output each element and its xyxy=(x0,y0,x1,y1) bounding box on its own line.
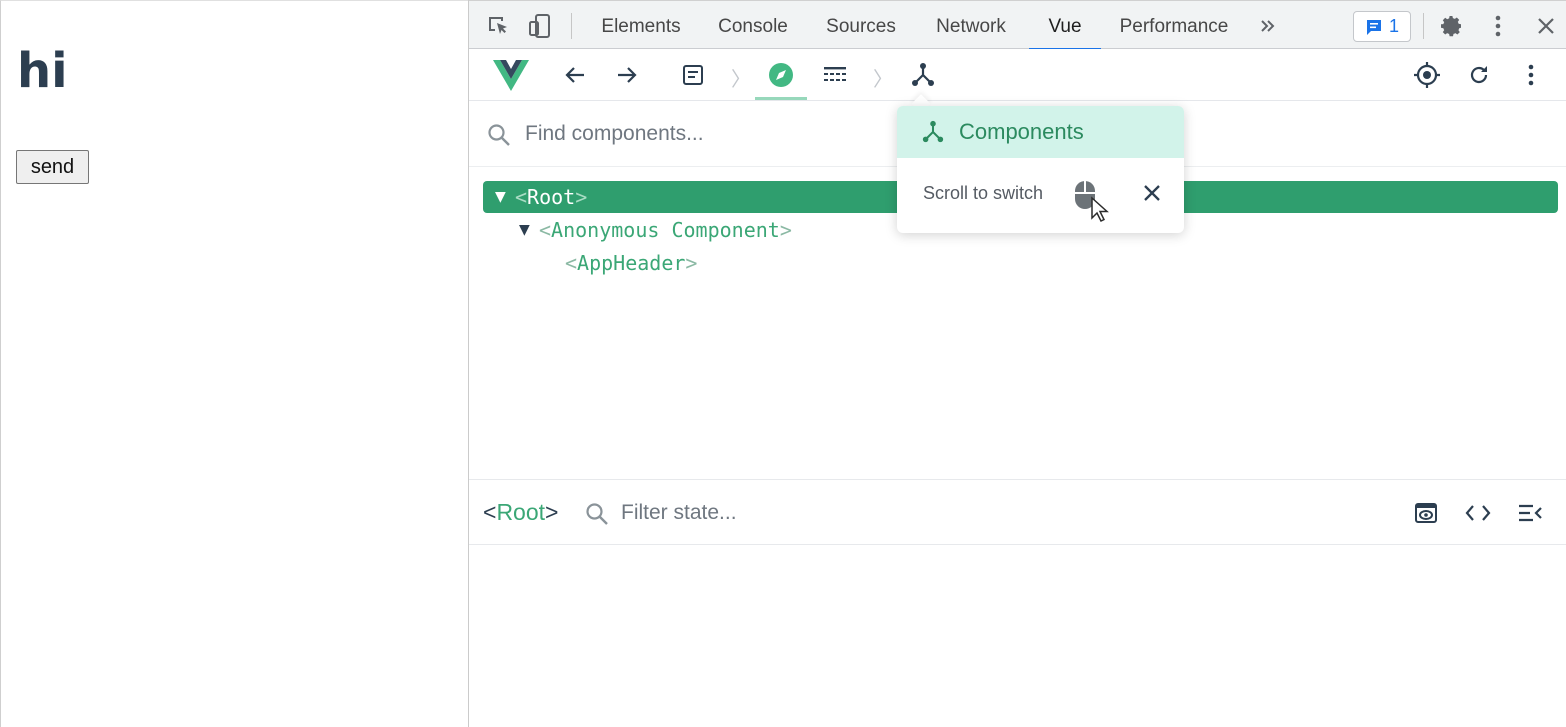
vue-toolbar: 〉 〉 xyxy=(469,49,1566,101)
issues-icon xyxy=(1366,19,1381,35)
components-icon[interactable] xyxy=(907,59,939,91)
scroll-to-component-icon[interactable] xyxy=(1411,498,1441,528)
tree-row-app-header[interactable]: < AppHeader > xyxy=(565,247,697,279)
selected-component-title: <Root> xyxy=(483,499,559,525)
tab-vue[interactable]: Vue xyxy=(1029,1,1101,50)
separator-chevron: 〉 xyxy=(731,67,751,91)
component-search-input[interactable] xyxy=(525,119,885,149)
issues-count: 1 xyxy=(1388,16,1399,36)
search-icon xyxy=(586,503,608,525)
view-switch-popup: Components Scroll to switch xyxy=(897,106,1184,233)
collapse-list-icon[interactable] xyxy=(1515,498,1545,528)
device-toolbar-icon[interactable] xyxy=(527,13,553,39)
search-icon xyxy=(488,124,510,146)
send-button[interactable]: send xyxy=(16,150,89,184)
component-name: Root xyxy=(527,185,576,209)
component-name: AppHeader xyxy=(577,251,686,275)
separator-chevron: 〉 xyxy=(873,67,893,91)
state-filter-input[interactable] xyxy=(621,498,921,528)
tab-elements[interactable]: Elements xyxy=(589,1,693,50)
devtools-tab-bar: Elements Console Sources Network Vue Per… xyxy=(469,0,1566,50)
selected-component-name: Root xyxy=(496,499,546,525)
component-name: Anonymous Component xyxy=(551,218,780,242)
select-target-icon[interactable] xyxy=(1411,59,1443,91)
mouse-scroll-icon xyxy=(1075,181,1109,223)
page-heading: hi xyxy=(17,43,68,99)
inspected-page: hi send xyxy=(0,0,468,727)
app-selector-icon[interactable] xyxy=(677,59,709,91)
more-vertical-icon[interactable] xyxy=(1515,59,1547,91)
devtools-panel: Elements Console Sources Network Vue Per… xyxy=(468,0,1566,727)
close-icon[interactable] xyxy=(1139,180,1165,206)
popup-item-label: Components xyxy=(959,119,1084,144)
tab-performance[interactable]: Performance xyxy=(1109,1,1239,50)
timeline-icon[interactable] xyxy=(819,59,851,91)
vue-logo-icon xyxy=(493,57,529,93)
components-icon xyxy=(922,120,944,143)
tree-row-anonymous-component[interactable]: ▼ < Anonymous Component > xyxy=(519,214,792,246)
forward-arrow-icon[interactable] xyxy=(611,59,643,91)
tab-network[interactable]: Network xyxy=(921,1,1021,50)
state-inspector-bar: <Root> xyxy=(469,479,1566,545)
tab-sources[interactable]: Sources xyxy=(813,1,909,50)
tab-console[interactable]: Console xyxy=(705,1,801,50)
collapse-triangle-icon[interactable]: ▼ xyxy=(519,222,539,238)
more-vertical-icon[interactable] xyxy=(1485,13,1511,39)
popup-item-components[interactable]: Components xyxy=(897,106,1184,158)
active-tab-indicator xyxy=(755,97,807,100)
inspector-compass-icon[interactable] xyxy=(765,59,797,91)
inspect-element-icon[interactable] xyxy=(485,13,511,39)
collapse-triangle-icon[interactable]: ▼ xyxy=(495,189,515,205)
code-brackets-icon[interactable] xyxy=(1463,498,1493,528)
scroll-hint: Scroll to switch xyxy=(923,183,1044,203)
refresh-icon[interactable] xyxy=(1463,59,1495,91)
double-chevron-right-icon[interactable] xyxy=(1255,13,1281,39)
issues-button[interactable]: 1 xyxy=(1353,11,1411,42)
close-icon[interactable] xyxy=(1533,13,1559,39)
gear-icon[interactable] xyxy=(1439,13,1465,39)
back-arrow-icon[interactable] xyxy=(559,59,591,91)
